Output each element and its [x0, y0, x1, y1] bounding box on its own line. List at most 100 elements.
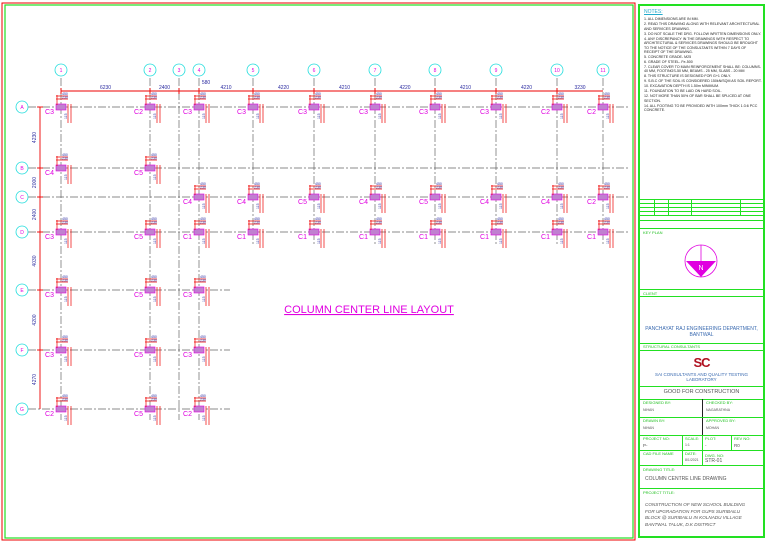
column-dim-height: 230 — [497, 221, 503, 225]
note-item: 1. ALL DIMENSIONS ARE IN MM. — [644, 17, 699, 22]
column-c3-E1: 450230115C3 — [45, 275, 72, 306]
column-section — [490, 228, 502, 236]
column-c5-E2: 450230115C5 — [134, 275, 161, 306]
column-dim-height: 230 — [200, 279, 206, 283]
column-dim-height: 230 — [200, 339, 206, 343]
column-dim-offset: 115 — [202, 203, 206, 209]
column-c5-G2: 450230115C5 — [134, 394, 161, 425]
column-label: C3 — [183, 352, 192, 359]
column-c5-D2: 450230115C5 — [134, 217, 161, 248]
column-dim-offset: 115 — [560, 203, 564, 209]
column-dim-height: 230 — [497, 186, 503, 190]
column-c1-D6: 450230115C1 — [298, 217, 325, 248]
column-label: C4 — [480, 199, 489, 206]
dimension-label: 4200 — [32, 314, 38, 325]
title-block: NOTES: 1. ALL DIMENSIONS ARE IN MM. 2. RE… — [638, 4, 765, 538]
dimension-label: 2000 — [32, 177, 38, 188]
column-section — [55, 103, 67, 111]
note-item: 2. READ THIS DRAWING ALONG WITH RELEVANT… — [644, 22, 760, 31]
column-c2-G4: 450230115C2 — [183, 394, 210, 425]
column-dim-offset: 115 — [153, 113, 157, 119]
column-label: C5 — [134, 292, 143, 299]
column-section — [308, 103, 320, 111]
note-item: 3. DO NOT SCALE THE DRG. FOLLOW WRITTEN … — [644, 31, 762, 36]
column-section — [429, 228, 441, 236]
column-dim-offset: 115 — [202, 296, 206, 302]
column-label: C3 — [419, 109, 428, 116]
drawn-by-value: NIHAN — [643, 426, 654, 430]
dimension-label: 2400 — [159, 85, 170, 91]
column-c2-A11: 450230115C2 — [587, 92, 614, 123]
column-dim-height: 230 — [62, 339, 68, 343]
column-label: C5 — [419, 199, 428, 206]
client-name: PANCHAYAT RAJ ENGINEERING DEPARTMENT, BA… — [645, 326, 758, 338]
column-label: C3 — [237, 109, 246, 116]
note-item: 4. ANY DISCREPANCY IN THE DRAWINGS WITH … — [644, 36, 758, 55]
column-c3-F4: 450230115C3 — [183, 335, 210, 366]
column-dim-offset: 115 — [256, 113, 260, 119]
column-label: C1 — [237, 234, 246, 241]
column-c2-A10: 450230115C2 — [541, 92, 568, 123]
column-dim-height: 230 — [254, 96, 260, 100]
column-dim-height: 230 — [315, 186, 321, 190]
grid-label-D: D — [20, 230, 24, 236]
column-label: C3 — [45, 352, 54, 359]
column-section — [429, 193, 441, 201]
column-dim-height: 230 — [151, 279, 157, 283]
column-section — [55, 405, 67, 413]
consultant-logo: SC — [693, 355, 710, 370]
column-dim-offset: 115 — [153, 296, 157, 302]
column-c1-D11: 450230115C1 — [587, 217, 614, 248]
column-dim-offset: 115 — [64, 174, 68, 180]
column-dim-height: 230 — [151, 398, 157, 402]
column-label: C4 — [183, 199, 192, 206]
note-item: 5. CONCRETE GRADE- M25 — [644, 55, 692, 60]
column-label: C3 — [183, 109, 192, 116]
note-item: 9. S.B.C OF THE SOIL IS CONSIDERED 150kN… — [644, 79, 762, 84]
column-dim-height: 230 — [200, 186, 206, 190]
grid-label-F: F — [20, 348, 23, 354]
revision-table — [640, 199, 763, 221]
column-dim-height: 230 — [151, 96, 157, 100]
scale-label: SCALE: — [685, 436, 700, 441]
column-section — [308, 193, 320, 201]
column-dim-height: 230 — [376, 221, 382, 225]
dimension-label: 580 — [202, 80, 211, 86]
column-dim-offset: 115 — [202, 238, 206, 244]
column-c1-D10: 450230115C1 — [541, 217, 568, 248]
column-label: C1 — [541, 234, 550, 241]
column-dim-offset: 115 — [499, 238, 503, 244]
checked-by-label: CHECKED BY: — [706, 400, 733, 405]
column-dim-offset: 115 — [64, 238, 68, 244]
column-label: C4 — [45, 170, 54, 177]
column-dim-height: 230 — [151, 221, 157, 225]
column-dim-height: 230 — [200, 398, 206, 402]
column-dim-height: 230 — [151, 157, 157, 161]
column-dim-height: 230 — [604, 96, 610, 100]
column-section — [551, 193, 563, 201]
column-section — [55, 346, 67, 354]
column-c3-A5: 450230115C3 — [237, 92, 264, 123]
column-section — [144, 103, 156, 111]
project-title-value: CONSTRUCTION OF NEW SCHOOL BUILDING FOR … — [645, 502, 746, 527]
column-dim-offset: 115 — [153, 415, 157, 421]
column-section — [193, 103, 205, 111]
column-dim-height: 230 — [436, 96, 442, 100]
column-label: C3 — [45, 292, 54, 299]
column-label: C1 — [419, 234, 428, 241]
grid-label-1: 1 — [60, 68, 63, 74]
column-dim-offset: 115 — [606, 203, 610, 209]
designed-by-label: DESIGNED BY: — [643, 400, 672, 405]
grid-label-5: 5 — [252, 68, 255, 74]
column-c4-C4: 450230115C4 — [183, 182, 210, 213]
column-label: C5 — [134, 170, 143, 177]
column-label: C2 — [134, 109, 143, 116]
column-c4-C10: 450230115C4 — [541, 182, 568, 213]
approved-by-label: APPROVED BY: — [706, 418, 736, 423]
column-label: C1 — [183, 234, 192, 241]
column-label: C3 — [183, 292, 192, 299]
column-c1-D7: 450230115C1 — [359, 217, 386, 248]
column-dim-height: 230 — [62, 157, 68, 161]
column-c4-C9: 450230115C4 — [480, 182, 507, 213]
dimension-label: 4270 — [32, 374, 38, 385]
